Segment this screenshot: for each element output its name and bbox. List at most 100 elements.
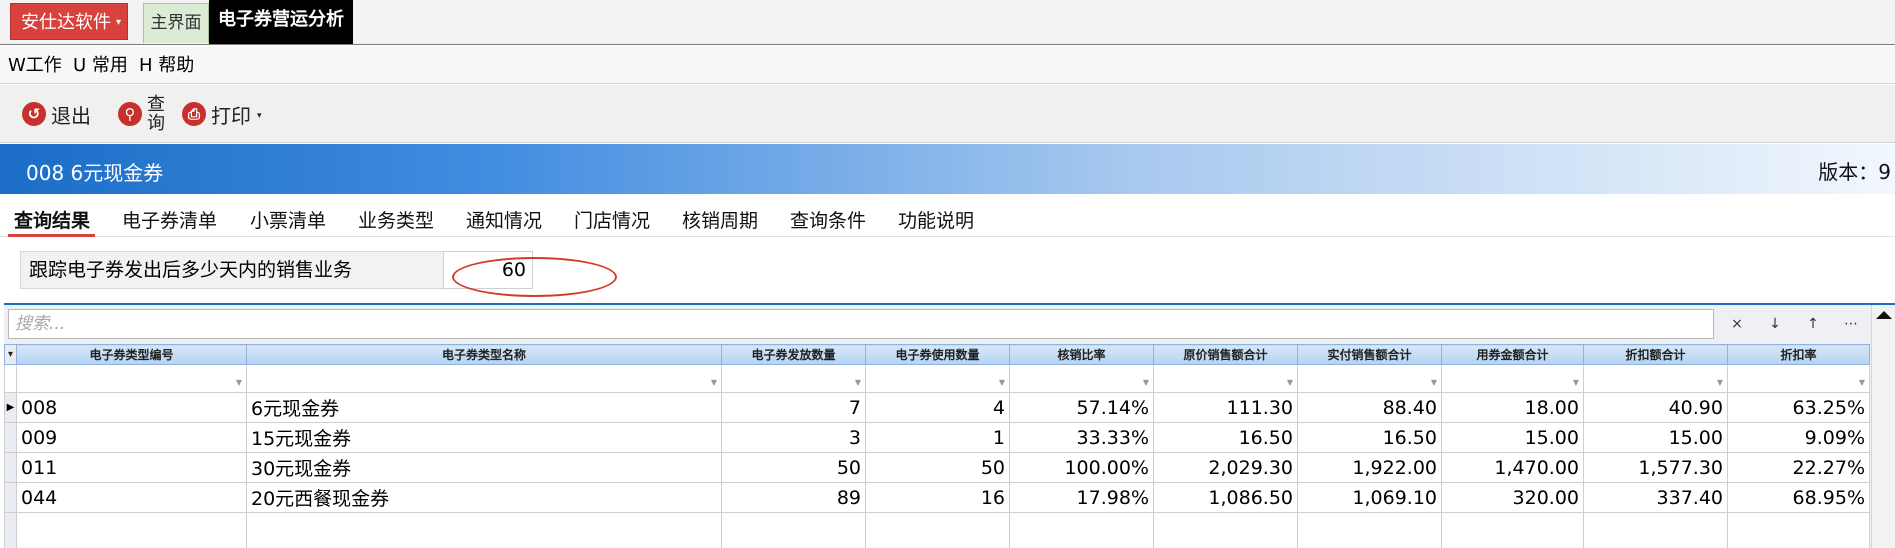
- table-cell[interactable]: 1,470.00: [1441, 452, 1584, 483]
- tab-coupon-analysis[interactable]: 电子券营运分析: [209, 0, 353, 44]
- table-cell[interactable]: 1,069.10: [1297, 482, 1442, 513]
- table-cell[interactable]: 30元现金券: [246, 452, 722, 483]
- table-cell[interactable]: 011: [16, 452, 247, 483]
- table-cell[interactable]: 33.33%: [1009, 422, 1154, 453]
- table-row[interactable]: 009 15元现金券 3 1 33.33% 16.50 16.50 15.00 …: [4, 422, 1870, 453]
- table-row[interactable]: ▶ 008 6元现金券 7 4 57.14% 111.30 88.40 18.0…: [4, 392, 1870, 423]
- table-cell[interactable]: 1,922.00: [1297, 452, 1442, 483]
- table-cell[interactable]: 4: [865, 392, 1010, 423]
- table-row[interactable]: 044 20元西餐现金券 89 16 17.98% 1,086.50 1,069…: [4, 482, 1870, 513]
- scroll-up-icon[interactable]: [1876, 311, 1892, 319]
- table-cell[interactable]: 20元西餐现金券: [246, 482, 722, 513]
- table-cell[interactable]: 40.90: [1583, 392, 1728, 423]
- filter-cell[interactable]: ▼: [1441, 364, 1584, 393]
- column-header[interactable]: 折扣率: [1727, 344, 1870, 365]
- table-cell[interactable]: 18.00: [1441, 392, 1584, 423]
- filter-cell[interactable]: ▼: [1009, 364, 1154, 393]
- vertical-scrollbar[interactable]: [1871, 305, 1895, 548]
- filter-cell[interactable]: ▼: [721, 364, 866, 393]
- table-cell[interactable]: 16.50: [1153, 422, 1298, 453]
- column-header[interactable]: 电子券发放数量: [721, 344, 866, 365]
- table-cell[interactable]: 89: [721, 482, 866, 513]
- tab-function-help[interactable]: 功能说明: [898, 206, 974, 233]
- brand-menu-button[interactable]: 安仕达软件 ▾: [10, 3, 128, 40]
- empty-cell: [1583, 512, 1728, 548]
- table-cell[interactable]: 17.98%: [1009, 482, 1154, 513]
- menu-item-help[interactable]: H 帮助: [139, 56, 194, 76]
- filter-cell[interactable]: ▼: [1153, 364, 1298, 393]
- column-header[interactable]: 电子券类型编号: [16, 344, 247, 365]
- menu-item-work[interactable]: W工作: [8, 56, 62, 76]
- filter-cell[interactable]: ▼: [1583, 364, 1728, 393]
- table-cell[interactable]: 15元现金券: [246, 422, 722, 453]
- find-previous-button[interactable]: ↑: [1798, 311, 1828, 337]
- record-title: 008 6元现金券: [26, 161, 164, 185]
- tab-store[interactable]: 门店情况: [574, 206, 650, 233]
- tab-query-result[interactable]: 查询结果: [14, 206, 90, 233]
- column-header[interactable]: 折扣额合计: [1583, 344, 1728, 365]
- table-cell[interactable]: 3: [721, 422, 866, 453]
- column-header[interactable]: 原价销售额合计: [1153, 344, 1298, 365]
- current-row-pointer-icon: ▶: [4, 392, 17, 423]
- row-indicator-header[interactable]: ▾: [4, 344, 17, 365]
- tab-main[interactable]: 主界面: [143, 3, 209, 43]
- filter-cell[interactable]: ▼: [246, 364, 722, 393]
- table-cell[interactable]: 22.27%: [1727, 452, 1870, 483]
- table-cell[interactable]: 57.14%: [1009, 392, 1154, 423]
- tab-business-type[interactable]: 业务类型: [358, 206, 434, 233]
- tab-notification[interactable]: 通知情况: [466, 206, 542, 233]
- table-cell[interactable]: 111.30: [1153, 392, 1298, 423]
- table-cell[interactable]: 044: [16, 482, 247, 513]
- table-row[interactable]: 011 30元现金券 50 50 100.00% 2,029.30 1,922.…: [4, 452, 1870, 483]
- table-cell[interactable]: 15.00: [1441, 422, 1584, 453]
- empty-cell: [721, 512, 866, 548]
- toolbar: ↺ 退出 ⚲ 查 询 ⎙ 打印 ▾: [0, 85, 1895, 143]
- table-cell[interactable]: 63.25%: [1727, 392, 1870, 423]
- tab-receipt-list[interactable]: 小票清单: [250, 206, 326, 233]
- tab-coupon-list[interactable]: 电子券清单: [122, 206, 217, 233]
- table-cell[interactable]: 15.00: [1583, 422, 1728, 453]
- table-cell[interactable]: 6元现金券: [246, 392, 722, 423]
- row-indicator: [4, 482, 17, 513]
- table-cell[interactable]: 16: [865, 482, 1010, 513]
- query-button[interactable]: ⚲ 查 询: [118, 85, 165, 143]
- table-cell[interactable]: 100.00%: [1009, 452, 1154, 483]
- table-cell[interactable]: 50: [865, 452, 1010, 483]
- table-cell[interactable]: 337.40: [1583, 482, 1728, 513]
- table-cell[interactable]: 008: [16, 392, 247, 423]
- exit-button[interactable]: ↺ 退出: [22, 85, 91, 143]
- table-cell[interactable]: 1,577.30: [1583, 452, 1728, 483]
- filter-cell[interactable]: ▼: [16, 364, 247, 393]
- find-next-button[interactable]: ↓: [1760, 311, 1790, 337]
- column-header[interactable]: 用券金额合计: [1441, 344, 1584, 365]
- table-cell[interactable]: 7: [721, 392, 866, 423]
- table-cell[interactable]: 68.95%: [1727, 482, 1870, 513]
- table-cell[interactable]: 9.09%: [1727, 422, 1870, 453]
- filter-cell[interactable]: ▼: [1297, 364, 1442, 393]
- column-header[interactable]: 电子券使用数量: [865, 344, 1010, 365]
- print-button[interactable]: ⎙ 打印 ▾: [182, 85, 262, 143]
- table-cell[interactable]: 88.40: [1297, 392, 1442, 423]
- table-cell[interactable]: 1,086.50: [1153, 482, 1298, 513]
- filter-caret-icon: ▼: [854, 378, 861, 387]
- menu-item-common[interactable]: U 常用: [73, 56, 128, 76]
- table-cell[interactable]: 1: [865, 422, 1010, 453]
- tab-query-conditions[interactable]: 查询条件: [790, 206, 866, 233]
- table-cell[interactable]: 320.00: [1441, 482, 1584, 513]
- filter-cell[interactable]: ▼: [865, 364, 1010, 393]
- menu-bar: W工作 U 常用 H 帮助: [0, 46, 1895, 84]
- filter-caret-icon: ▼: [1430, 378, 1437, 387]
- filter-cell[interactable]: ▼: [1727, 364, 1870, 393]
- column-header[interactable]: 核销比率: [1009, 344, 1154, 365]
- table-cell[interactable]: 16.50: [1297, 422, 1442, 453]
- tab-redemption-cycle[interactable]: 核销周期: [682, 206, 758, 233]
- table-cell[interactable]: 009: [16, 422, 247, 453]
- table-cell[interactable]: 2,029.30: [1153, 452, 1298, 483]
- row-indicator: [4, 452, 17, 483]
- table-cell[interactable]: 50: [721, 452, 866, 483]
- column-header[interactable]: 实付销售额合计: [1297, 344, 1442, 365]
- search-input[interactable]: 搜索...: [8, 309, 1714, 339]
- clear-search-button[interactable]: ×: [1722, 311, 1752, 337]
- column-header[interactable]: 电子券类型名称: [246, 344, 722, 365]
- more-options-button[interactable]: ⋯: [1836, 311, 1866, 337]
